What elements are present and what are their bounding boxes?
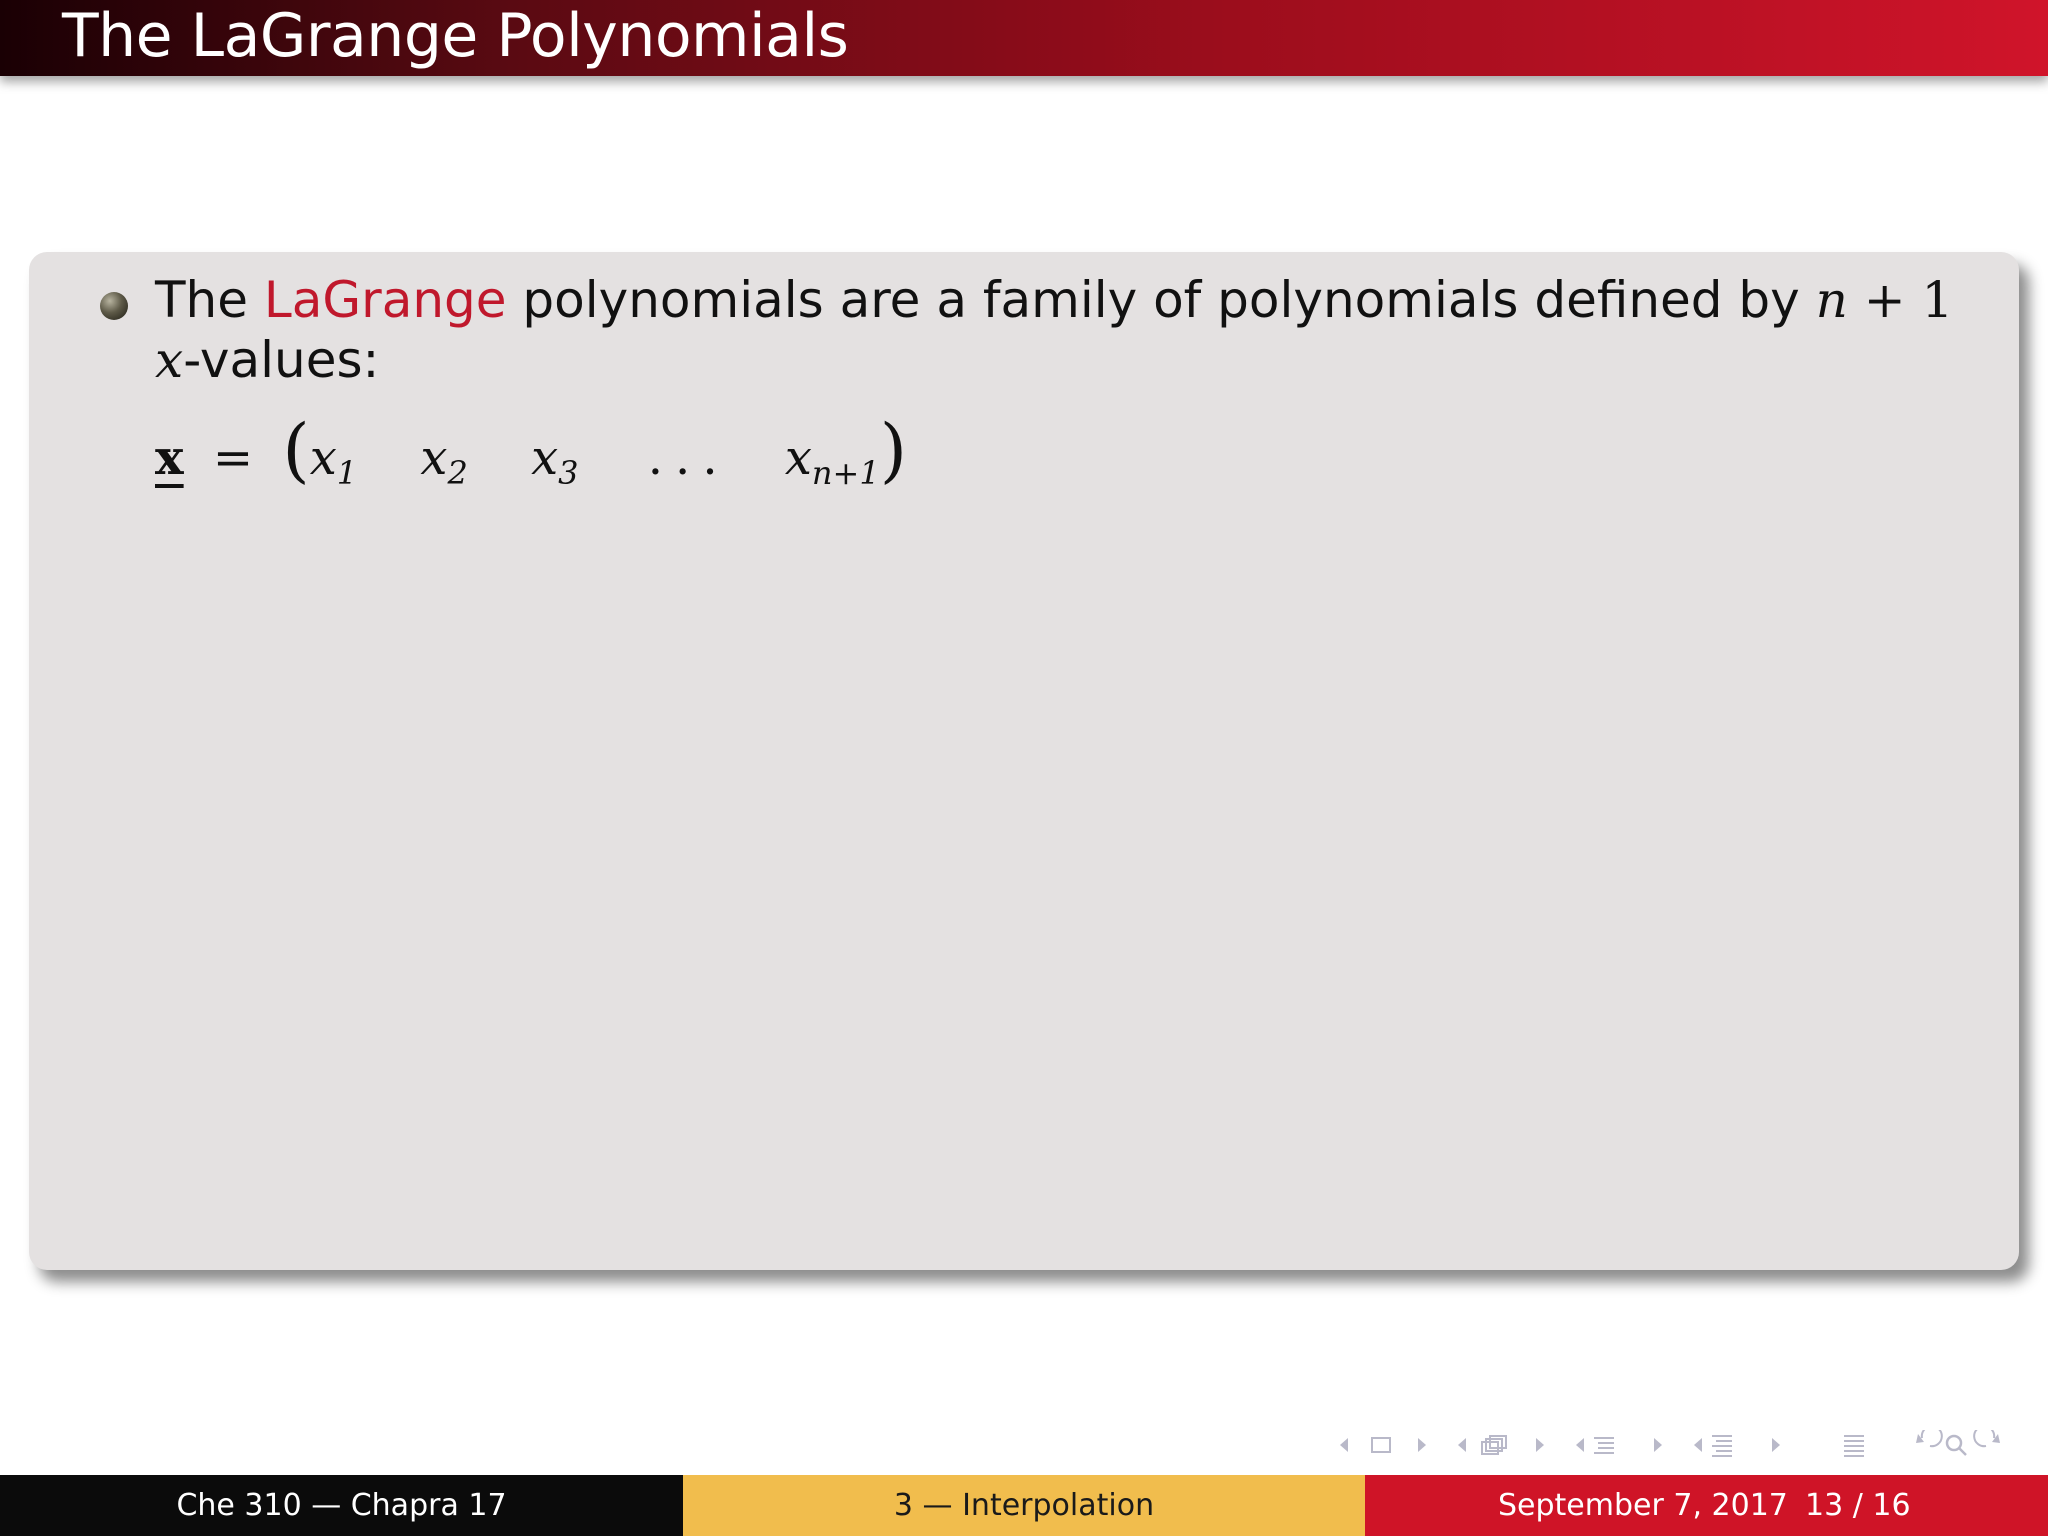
bullet-text: The LaGrange polynomials are a family of…: [155, 270, 1955, 390]
close-paren: ): [879, 409, 908, 491]
nav-right-arrow-icon[interactable]: [1654, 1438, 1662, 1452]
nav-left-arrow-icon[interactable]: [1458, 1438, 1466, 1452]
document-icon[interactable]: [1712, 1435, 1732, 1457]
slide-title: The LaGrange Polynomials: [62, 1, 849, 71]
navigation-icons: [1340, 1425, 2000, 1457]
nav-right-arrow-icon[interactable]: [1536, 1438, 1544, 1452]
footer-section: 3 — Interpolation: [683, 1475, 1365, 1536]
term-ellipsis: ...: [647, 430, 730, 486]
nav-left-arrow-icon[interactable]: [1576, 1438, 1584, 1452]
bullet-text-end: -values:: [183, 331, 380, 389]
nav-right-arrow-icon[interactable]: [1772, 1438, 1780, 1452]
title-bar: The LaGrange Polynomials: [0, 0, 2048, 76]
section-icon[interactable]: [1594, 1437, 1614, 1454]
content-block: [29, 252, 2019, 1270]
subsection-icon[interactable]: [1481, 1435, 1507, 1455]
equals-sign: =: [212, 430, 254, 486]
bullet-icon: [100, 292, 128, 320]
term-xn1: xn+1: [784, 430, 880, 492]
x-vector-equation: x = (x1 x2 x3 ... xn+1): [155, 409, 908, 492]
term-x2: x2: [420, 430, 468, 492]
nav-left-arrow-icon[interactable]: [1340, 1438, 1348, 1452]
lagrange-highlight: LaGrange: [263, 271, 507, 329]
math-x: x: [155, 331, 184, 389]
forward-icon[interactable]: [1973, 1425, 2000, 1448]
nav-right-arrow-icon[interactable]: [1418, 1438, 1426, 1452]
footer-course: Che 310 — Chapra 17: [0, 1475, 683, 1536]
math-plus-one: + 1: [1847, 271, 1954, 329]
vector-x: x: [155, 430, 184, 486]
term-x3: x3: [531, 430, 579, 492]
back-icon[interactable]: [1916, 1425, 1943, 1448]
bullet-text-start: The: [155, 271, 264, 329]
math-n: n: [1815, 271, 1848, 329]
bullet-text-middle: polynomials are a family of polynomials …: [506, 271, 1816, 329]
frame-icon[interactable]: [1371, 1437, 1391, 1453]
open-paren: (: [282, 409, 310, 491]
footer-right: September 7, 2017 13 / 16: [1365, 1475, 2048, 1536]
footer-page-number: 13 / 16: [1805, 1488, 1911, 1523]
outline-icon[interactable]: [1844, 1435, 1864, 1457]
footer-date: September 7, 2017: [1498, 1488, 1788, 1523]
nav-left-arrow-icon[interactable]: [1694, 1438, 1702, 1452]
footer-bar: Che 310 — Chapra 17 3 — Interpolation Se…: [0, 1475, 2048, 1536]
search-icon[interactable]: [1945, 1434, 1967, 1456]
navigation-bar: [1336, 1425, 2026, 1460]
term-x1: x1: [309, 430, 358, 492]
